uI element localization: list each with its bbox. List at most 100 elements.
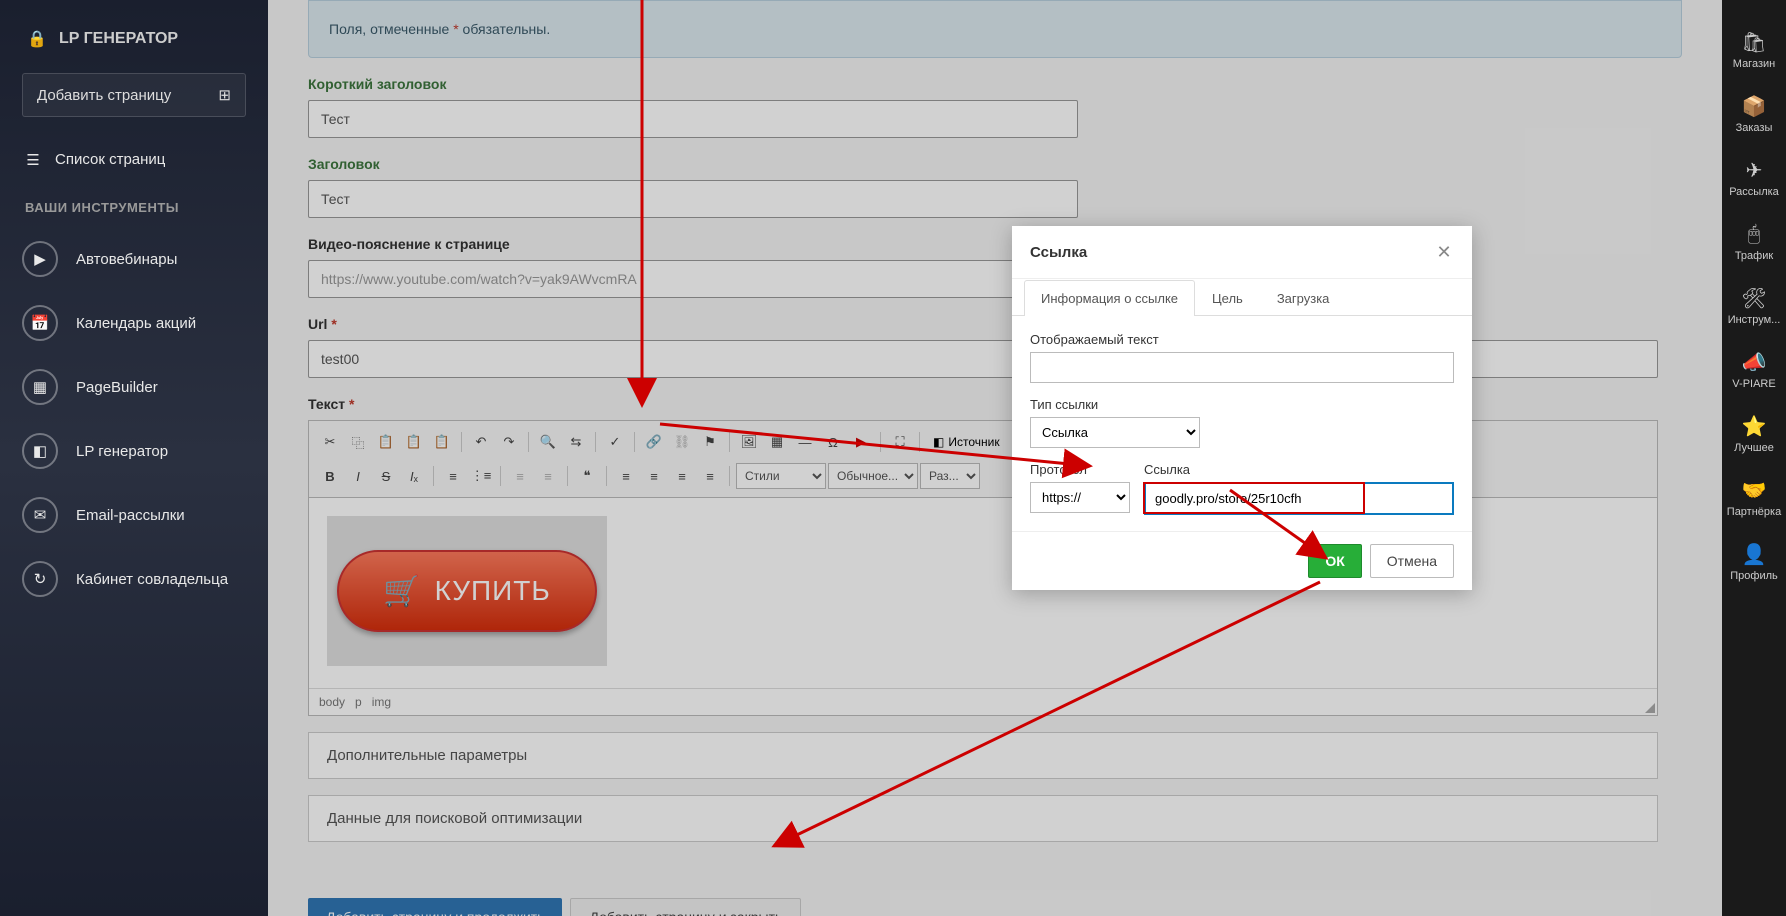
rs-tools[interactable]: 🛠Инструм...: [1722, 274, 1786, 338]
redo-icon[interactable]: ↷: [496, 429, 522, 455]
maximize-icon[interactable]: ⛶: [887, 429, 913, 455]
bold-icon[interactable]: B: [317, 463, 343, 489]
youtube-icon[interactable]: ▶: [848, 429, 874, 455]
path-p[interactable]: p: [355, 695, 362, 709]
tool-label: LP генератор: [76, 443, 168, 460]
paste-text-icon[interactable]: 📋: [401, 429, 427, 455]
protocol-select[interactable]: https://: [1030, 482, 1130, 513]
field-short-title: Короткий заголовок: [308, 76, 1682, 138]
play-icon: ▶: [22, 241, 58, 277]
rs-label: Инструм...: [1728, 314, 1781, 326]
rs-best[interactable]: ⭐ Лучшее: [1722, 402, 1786, 466]
align-left-icon[interactable]: ≡: [613, 463, 639, 489]
rs-store[interactable]: 🛍Магазин: [1722, 18, 1786, 82]
size-select[interactable]: Раз...: [920, 463, 980, 489]
link-type-label: Тип ссылки: [1030, 397, 1454, 412]
replace-icon[interactable]: ⇆: [563, 429, 589, 455]
link-type-select[interactable]: Ссылка: [1030, 417, 1200, 448]
unlink-icon[interactable]: ⛓: [669, 429, 695, 455]
dialog-header: Ссылка ✕: [1012, 226, 1472, 279]
rs-traffic[interactable]: 🖱Трафик: [1722, 210, 1786, 274]
title-label: Заголовок: [308, 156, 1682, 172]
protocol-label: Протокол: [1030, 462, 1130, 477]
path-body[interactable]: body: [319, 695, 345, 709]
rs-profile[interactable]: 👤Профиль: [1722, 530, 1786, 594]
resize-handle[interactable]: [1645, 703, 1655, 713]
accordion-extra-params[interactable]: Дополнительные параметры: [308, 732, 1658, 779]
path-img[interactable]: img: [372, 695, 391, 709]
find-icon[interactable]: 🔍: [535, 429, 561, 455]
anchor-icon[interactable]: ⚑: [697, 429, 723, 455]
rs-orders[interactable]: 📦 Заказы: [1722, 82, 1786, 146]
tab-link-info[interactable]: Информация о ссылке: [1024, 280, 1195, 316]
cancel-button[interactable]: Отмена: [1370, 544, 1454, 578]
main-content: Поля, отмеченные * обязательны. Короткий…: [268, 0, 1722, 916]
add-and-close-button[interactable]: Добавить страницу и закрыть: [570, 898, 801, 916]
hr-icon[interactable]: ―: [792, 429, 818, 455]
megaphone-icon: 📣: [1740, 350, 1768, 374]
specialchar-icon[interactable]: Ω: [820, 429, 846, 455]
close-icon[interactable]: ✕: [1434, 242, 1454, 262]
tool-autowebinars[interactable]: ▶ Автовебинары: [0, 227, 268, 291]
buy-button-image[interactable]: 🛒 КУПИТЬ: [327, 516, 607, 666]
removeformat-icon[interactable]: Iₓ: [401, 463, 427, 489]
tool-lpgenerator[interactable]: ◧ LP генератор: [0, 419, 268, 483]
undo-icon[interactable]: ↶: [468, 429, 494, 455]
tool-email[interactable]: ✉ Email-рассылки: [0, 483, 268, 547]
display-text-input[interactable]: [1030, 352, 1454, 383]
add-and-continue-button[interactable]: Добавить страницу и продолжить: [308, 898, 562, 916]
nav-pages-list[interactable]: ☰ Список страниц: [0, 137, 268, 182]
numlist-icon[interactable]: ≡: [440, 463, 466, 489]
accordion-seo[interactable]: Данные для поисковой оптимизации: [308, 795, 1658, 842]
strike-icon[interactable]: S: [373, 463, 399, 489]
short-title-input[interactable]: [308, 100, 1078, 138]
tab-upload[interactable]: Загрузка: [1260, 280, 1347, 316]
paste-word-icon[interactable]: 📋: [429, 429, 455, 455]
user-icon: 👤: [1740, 542, 1768, 566]
tab-target[interactable]: Цель: [1195, 280, 1260, 316]
rs-label: V-PIARE: [1732, 378, 1775, 390]
mouse-icon: 🖱: [1740, 222, 1768, 246]
format-select[interactable]: Обычное...: [828, 463, 918, 489]
plane-icon: ✈: [1740, 158, 1768, 182]
grid-icon: ▦: [22, 369, 58, 405]
dialog-footer: ОК Отмена: [1012, 531, 1472, 590]
align-center-icon[interactable]: ≡: [641, 463, 667, 489]
field-display-text: Отображаемый текст: [1030, 332, 1454, 383]
box-icon: 📦: [1740, 94, 1768, 118]
copy-icon[interactable]: ⿻: [345, 429, 371, 455]
ok-button[interactable]: ОК: [1308, 544, 1361, 578]
tool-coowner[interactable]: ↻ Кабинет совладельца: [0, 547, 268, 611]
dialog-url-input[interactable]: [1144, 482, 1454, 515]
indent-icon[interactable]: ≡: [535, 463, 561, 489]
rs-label: Заказы: [1736, 122, 1773, 134]
rs-vpiare[interactable]: 📣 V-PIARE: [1722, 338, 1786, 402]
tool-label: Кабинет совладельца: [76, 571, 228, 588]
paste-icon[interactable]: 📋: [373, 429, 399, 455]
star-icon: ⭐: [1740, 414, 1768, 438]
image-icon[interactable]: 🖼: [736, 429, 762, 455]
align-right-icon[interactable]: ≡: [669, 463, 695, 489]
left-sidebar: 🔒 LP ГЕНЕРАТОР Добавить страницу ⊞ ☰ Спи…: [0, 0, 268, 916]
styles-select[interactable]: Стили: [736, 463, 826, 489]
rs-label: Лучшее: [1734, 442, 1774, 454]
blockquote-icon[interactable]: ❝: [574, 463, 600, 489]
italic-icon[interactable]: I: [345, 463, 371, 489]
video-input[interactable]: [308, 260, 1078, 298]
title-input[interactable]: [308, 180, 1078, 218]
link-icon[interactable]: 🔗: [641, 429, 667, 455]
handshake-icon: 🤝: [1740, 478, 1768, 502]
cut-icon[interactable]: ✂: [317, 429, 343, 455]
align-justify-icon[interactable]: ≡: [697, 463, 723, 489]
table-icon[interactable]: ▦: [764, 429, 790, 455]
tool-calendar[interactable]: 📅 Календарь акций: [0, 291, 268, 355]
tool-pagebuilder[interactable]: ▦ PageBuilder: [0, 355, 268, 419]
lock-icon: 🔒: [25, 25, 49, 53]
source-button[interactable]: ◧Источник: [926, 429, 1007, 455]
bullist-icon[interactable]: ⋮≡: [468, 463, 494, 489]
rs-mailing[interactable]: ✈Рассылка: [1722, 146, 1786, 210]
rs-affiliate[interactable]: 🤝Партнёрка: [1722, 466, 1786, 530]
outdent-icon[interactable]: ≡: [507, 463, 533, 489]
add-page-button[interactable]: Добавить страницу ⊞: [22, 73, 246, 117]
spellcheck-icon[interactable]: ✓: [602, 429, 628, 455]
